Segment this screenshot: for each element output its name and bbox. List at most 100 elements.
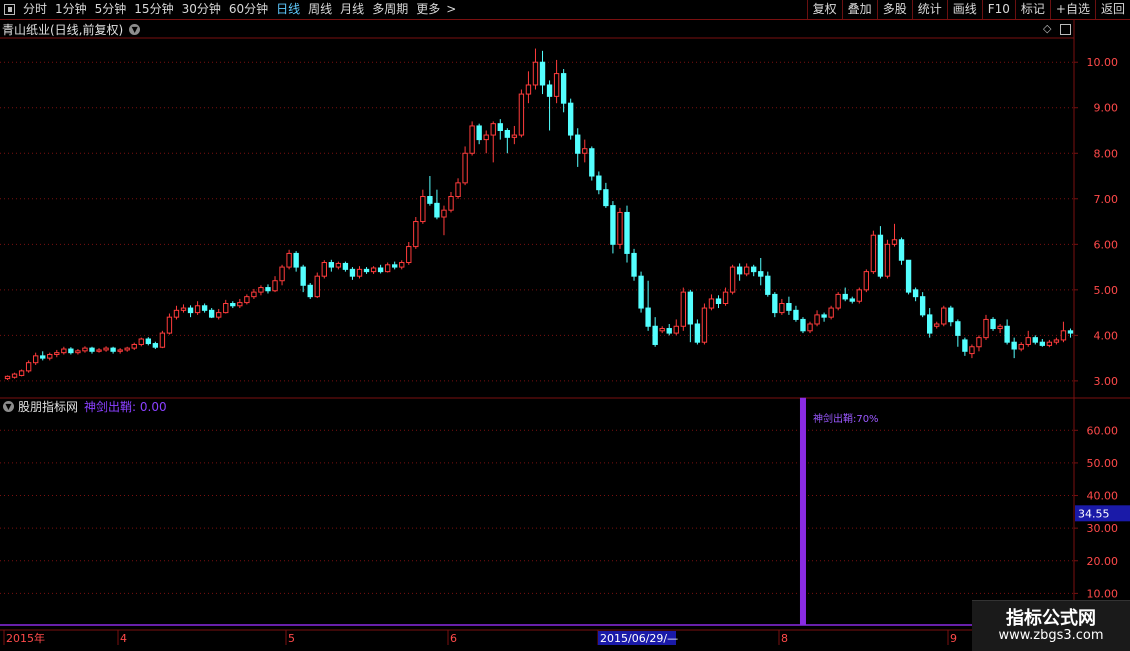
- candle-body: [124, 347, 130, 351]
- candle-body: [765, 275, 771, 295]
- candle-body: [335, 262, 342, 268]
- candle-body: [990, 318, 996, 330]
- x-tick-label: 6: [450, 632, 457, 645]
- x-tick-label: 5: [288, 632, 295, 645]
- candle-body: [835, 293, 841, 309]
- y-tick-label: 60.00: [1087, 424, 1119, 437]
- candle-body: [166, 316, 173, 334]
- candle-body: [244, 296, 250, 304]
- x-tick-label: 4: [120, 632, 127, 645]
- candle-body: [596, 175, 602, 191]
- candle-body: [32, 355, 39, 364]
- candle-body: [560, 73, 567, 104]
- candle-body: [567, 102, 574, 136]
- candle-body: [131, 343, 137, 349]
- candle-body: [392, 264, 398, 268]
- candle-body: [511, 134, 518, 138]
- candle-body: [441, 209, 447, 218]
- candle-body: [54, 352, 60, 355]
- candle-body: [314, 275, 320, 298]
- candle-body: [1060, 330, 1067, 341]
- candle-body: [617, 211, 623, 245]
- candle-body: [420, 196, 426, 223]
- candle-body: [856, 289, 862, 302]
- candle-body: [673, 325, 679, 334]
- candle-body: [666, 328, 672, 334]
- y-tick-label: 20.00: [1087, 555, 1119, 568]
- watermark-title: 指标公式网: [1006, 608, 1096, 629]
- candle-body: [152, 343, 159, 348]
- candle-body: [645, 307, 651, 327]
- y-tick-label: 9.00: [1094, 102, 1119, 115]
- indicator-spike: [799, 397, 806, 625]
- y-tick-label: 5.00: [1094, 284, 1119, 297]
- candle-body: [427, 196, 433, 204]
- candle-body: [272, 280, 278, 292]
- candle-body: [356, 268, 363, 277]
- candle-body: [1004, 325, 1010, 343]
- y-tick-label: 30.00: [1087, 522, 1119, 535]
- candle-body: [504, 130, 511, 138]
- y-tick-label: 4.00: [1094, 329, 1119, 342]
- candle-body: [96, 349, 102, 352]
- candle-body: [413, 221, 419, 248]
- candle-body: [786, 303, 792, 311]
- candle-body: [258, 287, 264, 293]
- candle-body: [89, 347, 95, 352]
- candle-body: [694, 323, 701, 343]
- candle-body: [483, 134, 489, 141]
- candle-body: [603, 189, 609, 207]
- candle-body: [891, 239, 898, 245]
- candle-body: [349, 268, 356, 277]
- candle-body: [25, 362, 32, 372]
- candle-body: [751, 266, 757, 273]
- candle-body: [680, 291, 686, 327]
- candle-body: [905, 259, 912, 293]
- watermark: 指标公式网 www.zbgs3.com: [972, 600, 1130, 651]
- candle-body: [525, 84, 532, 95]
- candle-body: [955, 321, 961, 336]
- candle-body: [11, 373, 18, 378]
- watermark-url: www.zbgs3.com: [998, 628, 1104, 643]
- candle-body: [546, 84, 553, 97]
- candle-body: [328, 262, 335, 268]
- candle-body: [828, 307, 834, 318]
- candle-body: [927, 314, 933, 334]
- candle-body: [962, 339, 968, 352]
- candle-body: [476, 125, 482, 141]
- candle-body: [237, 302, 243, 307]
- candle-body: [300, 266, 306, 286]
- candle-body: [187, 307, 194, 314]
- candle-body: [715, 298, 722, 304]
- candle-body: [1032, 337, 1038, 343]
- candle-body: [307, 284, 313, 298]
- candlestick-chart[interactable]: 3.00 4.00 5.00 6.00 7.00 8.00 9.00 10.00 10.00 20…: [0, 0, 1130, 650]
- candle-body: [61, 348, 67, 354]
- candle-body: [1046, 341, 1053, 346]
- candle-body: [589, 148, 595, 177]
- candle-body: [208, 309, 215, 318]
- candle-body: [575, 134, 581, 154]
- candle-body: [701, 307, 708, 343]
- x-tick-label: 8: [781, 632, 788, 645]
- candle-body: [1011, 341, 1017, 350]
- y-tick-label: 10.00: [1087, 587, 1119, 600]
- candle-body: [631, 252, 637, 277]
- candle-body: [462, 152, 468, 184]
- candle-body: [40, 355, 46, 359]
- candle-body: [159, 332, 166, 348]
- candle-body: [849, 298, 855, 302]
- candle-body: [293, 252, 299, 268]
- candle-body: [448, 196, 454, 211]
- candle-body: [265, 287, 271, 292]
- y-tick-label: 7.00: [1094, 193, 1119, 206]
- candle-body: [4, 375, 11, 380]
- candle-body: [1018, 343, 1024, 350]
- candle-body: [455, 182, 461, 198]
- candle-body: [912, 289, 919, 298]
- candle-body: [736, 266, 743, 275]
- candle-body: [941, 307, 947, 325]
- current-value-label: 34.55: [1078, 507, 1110, 520]
- candle-body: [722, 291, 729, 304]
- candle-body: [497, 123, 503, 131]
